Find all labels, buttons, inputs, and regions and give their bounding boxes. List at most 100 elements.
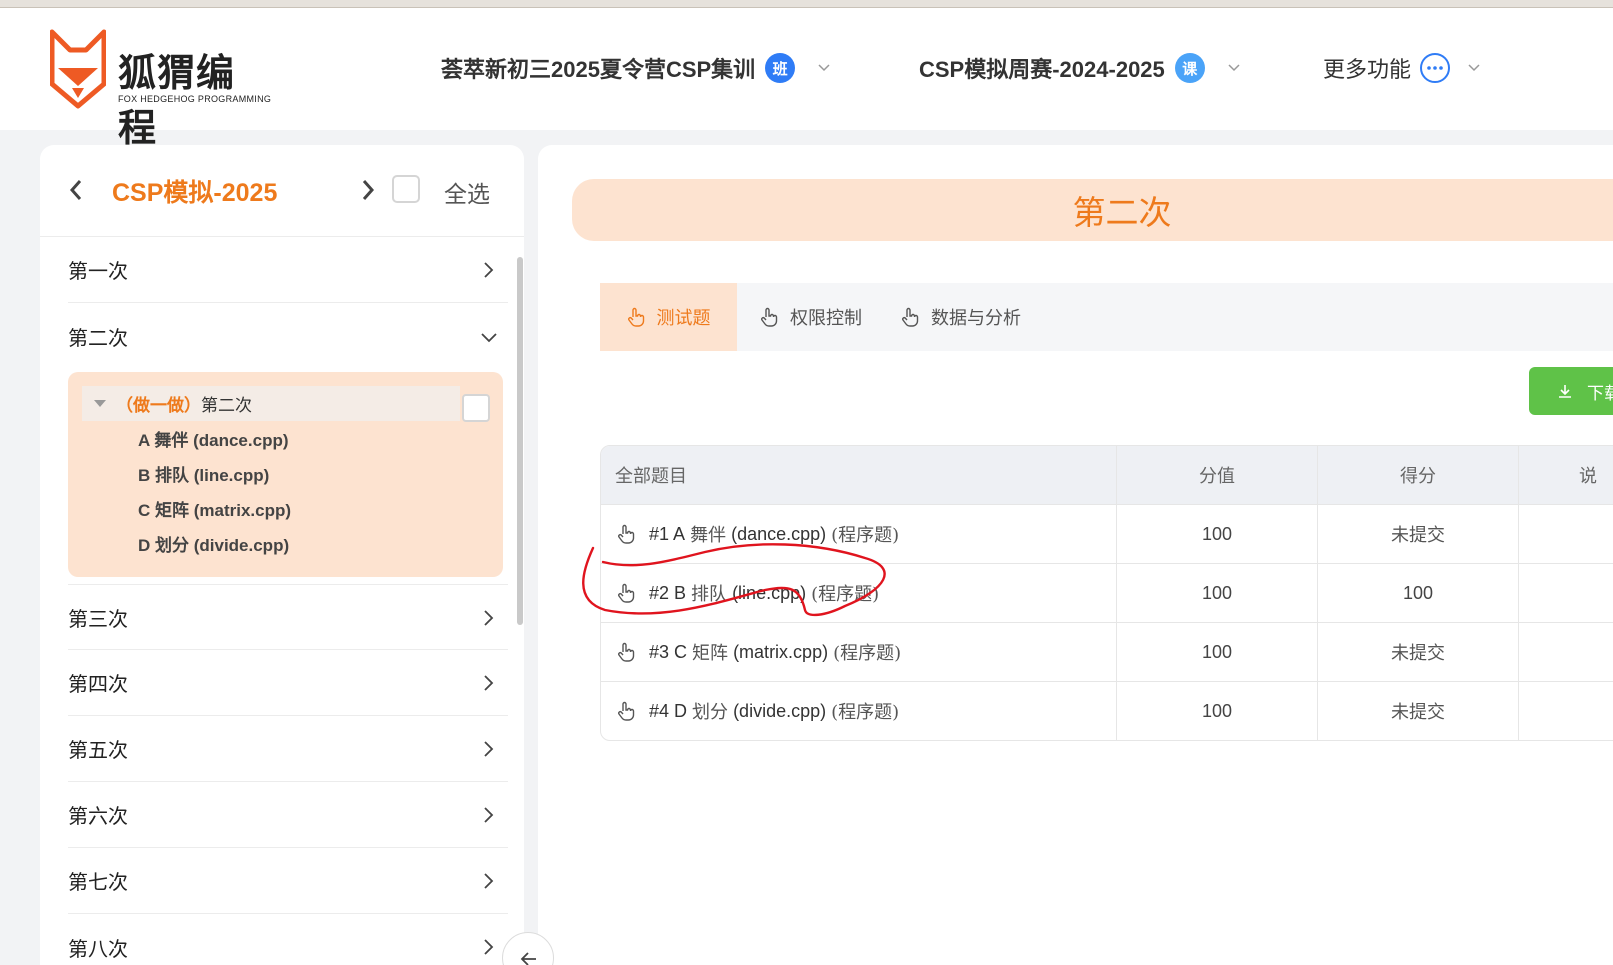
extra-cell — [1519, 682, 1613, 740]
score-cell: 100 — [1117, 682, 1318, 740]
chevron-right-icon — [484, 939, 494, 955]
sub-problem-item[interactable]: B 排队 (line.cpp) — [138, 461, 269, 486]
problem-id: #1 A — [649, 523, 686, 544]
pointer-hand-icon — [618, 583, 635, 603]
sub-group-checkbox[interactable] — [462, 394, 490, 422]
nav-class-selector[interactable]: 荟萃新初三2025夏令营CSP集训 班 — [441, 48, 831, 88]
problem-name: 排队 — [691, 584, 728, 605]
extra-cell — [1519, 564, 1613, 622]
chevron-left-icon[interactable] — [68, 177, 84, 203]
sidebar-header: CSP模拟-2025 全选 — [40, 145, 524, 237]
nav-more-label: 更多功能 — [1323, 57, 1412, 82]
tab-label: 数据与分析 — [931, 308, 1021, 329]
sidebar: CSP模拟-2025 全选 第一次 第二次 （做一做） 第二次 A 舞伴 (da… — [40, 145, 524, 965]
problem-file: (dance.cpp) — [731, 523, 827, 544]
nav-course-selector[interactable]: CSP模拟周赛-2024-2025 课 — [919, 48, 1241, 88]
chevron-down-icon — [1228, 64, 1240, 72]
pointer-hand-icon — [618, 642, 635, 662]
col-header-result: 得分 — [1318, 446, 1519, 504]
sub-problem-item[interactable]: A 舞伴 (dance.cpp) — [138, 426, 289, 451]
tab-permissions[interactable]: 权限控制 — [760, 283, 862, 351]
tab-bar: 测试题 权限控制 数据与分析 — [600, 283, 1613, 351]
tab-label: 测试题 — [656, 308, 711, 329]
problem-file: (matrix.cpp) — [733, 641, 829, 662]
chevron-down-icon — [818, 64, 830, 72]
problem-cell[interactable]: #3 C 矩阵 (matrix.cpp) (程序题) — [601, 623, 1117, 681]
select-all-label[interactable]: 全选 — [444, 175, 490, 209]
fox-logo-icon — [50, 29, 106, 109]
sub-group-header[interactable]: （做一做） 第二次 — [82, 386, 460, 421]
sidebar-item-label: 第五次 — [68, 738, 128, 762]
tab-tests[interactable]: 测试题 — [600, 283, 737, 351]
sub-problem-item[interactable]: D 划分 (divide.cpp) — [138, 531, 289, 556]
table-row[interactable]: #1 A 舞伴 (dance.cpp) (程序题) 100 未提交 — [601, 504, 1613, 563]
score-cell: 100 — [1117, 505, 1318, 563]
score-cell: 100 — [1117, 564, 1318, 622]
chevron-right-icon[interactable] — [360, 177, 376, 203]
download-label: 下载 — [1587, 383, 1613, 403]
sidebar-item-label: 第四次 — [68, 672, 128, 696]
tab-data-analysis[interactable]: 数据与分析 — [901, 283, 1021, 351]
result-cell: 100 — [1318, 564, 1519, 622]
problem-cell[interactable]: #4 D 划分 (divide.cpp) (程序题) — [601, 682, 1117, 740]
sidebar-item-7[interactable]: 第七次 — [68, 848, 508, 914]
sidebar-item-3[interactable]: 第三次 — [68, 584, 508, 650]
problem-type: (程序题) — [831, 702, 900, 723]
tab-label: 权限控制 — [790, 308, 862, 329]
table-row[interactable]: #3 C 矩阵 (matrix.cpp) (程序题) 100 未提交 — [601, 622, 1613, 681]
sidebar-scrollbar[interactable] — [517, 257, 523, 625]
result-cell: 未提交 — [1318, 505, 1519, 563]
problem-id: #2 B — [649, 582, 687, 603]
caret-down-icon — [94, 400, 106, 407]
problem-type: (程序题) — [811, 584, 880, 605]
col-header-score: 分值 — [1117, 446, 1318, 504]
main-panel: 第二次 测试题 权限控制 数据与分析 下载 全部题目 分值 得分 说 #1 A … — [538, 145, 1613, 965]
sidebar-item-4[interactable]: 第四次 — [68, 650, 508, 716]
table-row[interactable]: #4 D 划分 (divide.cpp) (程序题) 100 未提交 — [601, 681, 1613, 740]
sub-group-name: 第二次 — [201, 396, 252, 416]
sidebar-title: CSP模拟-2025 — [112, 179, 278, 207]
chevron-right-icon — [484, 675, 494, 691]
sidebar-item-8[interactable]: 第八次 — [68, 914, 508, 965]
nav-class-label: 荟萃新初三2025夏令营CSP集训 — [441, 57, 756, 82]
sidebar-item-6[interactable]: 第六次 — [68, 782, 508, 848]
banner-title: 第二次 — [1072, 193, 1172, 232]
problem-file: (line.cpp) — [732, 582, 807, 603]
problem-id: #3 C — [649, 641, 688, 662]
pointer-hand-icon — [618, 701, 635, 721]
sidebar-item-label: 第八次 — [68, 936, 128, 961]
nav-more-functions[interactable]: 更多功能 — [1323, 48, 1481, 88]
problem-cell[interactable]: #1 A 舞伴 (dance.cpp) (程序题) — [601, 505, 1117, 563]
pointer-hand-icon — [627, 307, 644, 327]
logo-subtitle: FOX HEDGEHOG PROGRAMMING — [118, 94, 272, 104]
sub-problem-item[interactable]: C 矩阵 (matrix.cpp) — [138, 496, 291, 521]
pointer-hand-icon — [618, 524, 635, 544]
problem-type: (程序题) — [831, 525, 900, 546]
sidebar-item-5[interactable]: 第五次 — [68, 716, 508, 782]
sidebar-item-2[interactable]: 第二次 — [68, 303, 508, 369]
sidebar-item-label: 第七次 — [68, 870, 128, 894]
col-header-problems: 全部题目 — [601, 446, 1117, 504]
chevron-right-icon — [484, 262, 494, 278]
chevron-right-icon — [484, 610, 494, 626]
chevron-down-icon — [1468, 64, 1480, 72]
download-icon — [1559, 385, 1571, 398]
problems-table: 全部题目 分值 得分 说 #1 A 舞伴 (dance.cpp) (程序题) 1… — [600, 445, 1613, 741]
section-banner: 第二次 — [572, 179, 1613, 241]
table-row[interactable]: #2 B 排队 (line.cpp) (程序题) 100 100 — [601, 563, 1613, 622]
download-button[interactable]: 下载 — [1529, 367, 1613, 415]
problem-cell[interactable]: #2 B 排队 (line.cpp) (程序题) — [601, 564, 1117, 622]
chevron-right-icon — [484, 873, 494, 889]
problem-id: #4 D — [649, 700, 688, 721]
sidebar-item-1[interactable]: 第一次 — [68, 237, 508, 303]
result-cell: 未提交 — [1318, 623, 1519, 681]
problem-name: 舞伴 — [690, 525, 727, 546]
class-badge: 班 — [765, 53, 796, 83]
nav-course-label: CSP模拟周赛-2024-2025 — [919, 57, 1165, 82]
more-dots-icon — [1420, 53, 1451, 83]
select-all-checkbox[interactable] — [392, 175, 420, 203]
problem-name: 划分 — [692, 702, 729, 723]
logo[interactable]: 狐猬编程 FOX HEDGEHOG PROGRAMMING — [50, 28, 271, 150]
table-header: 全部题目 分值 得分 说 — [601, 446, 1613, 504]
problem-type: (程序题) — [833, 643, 902, 664]
